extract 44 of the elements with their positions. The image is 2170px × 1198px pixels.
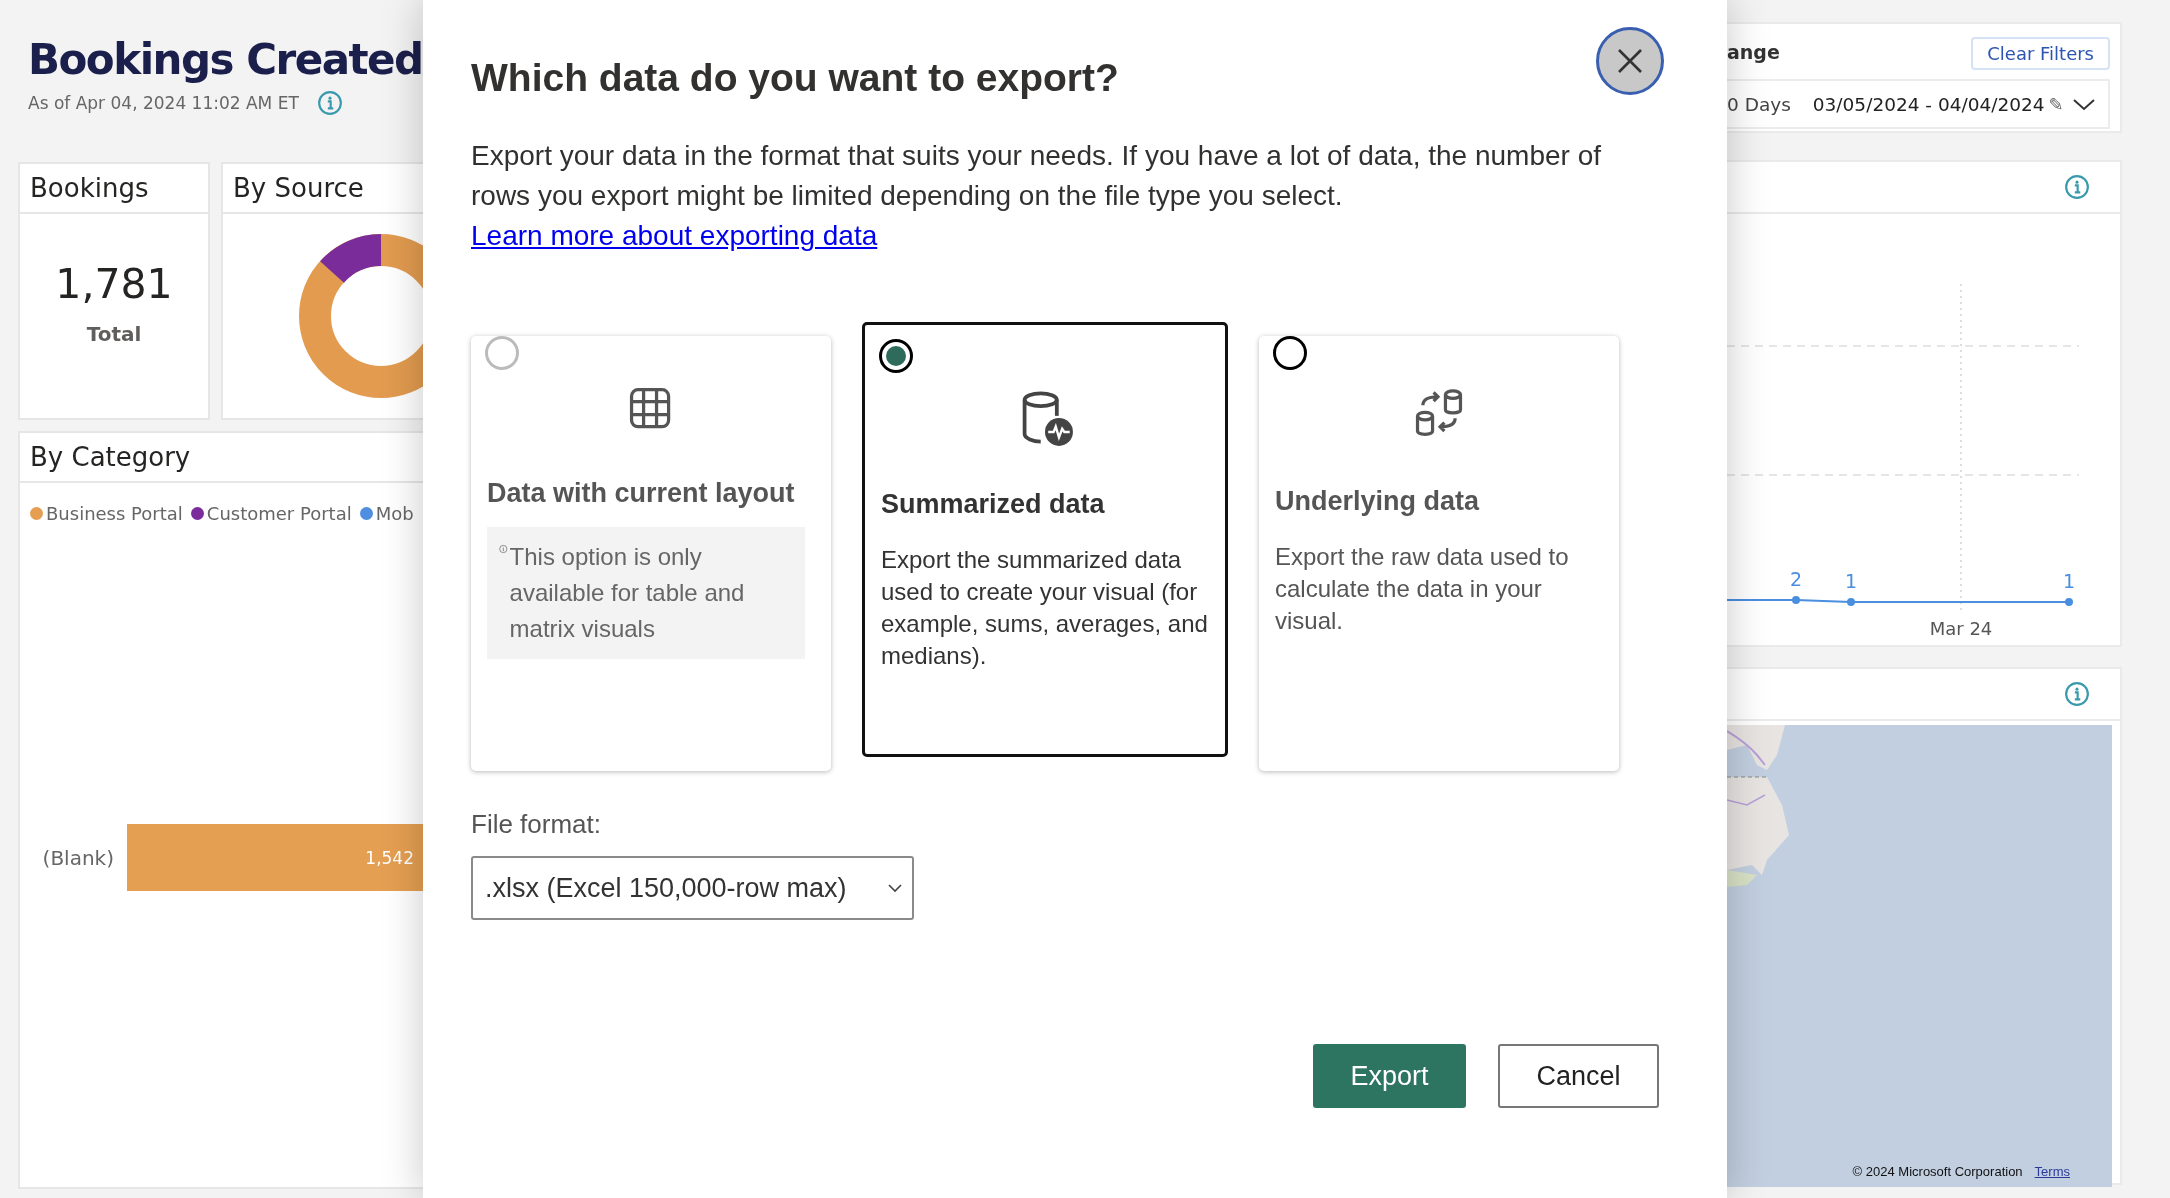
- option-note: This option is only available for table and matrix visuals: [509, 542, 746, 644]
- chevron-down-icon: [2072, 96, 2096, 112]
- radio-button[interactable]: [1273, 336, 1307, 370]
- dashboard-title: Bookings Created: [28, 38, 423, 83]
- timestamp: As of Apr 04, 2024 11:02 AM ET: [28, 93, 299, 114]
- data-label: 2: [1789, 568, 1803, 590]
- date-range-field[interactable]: 0 Days 03/05/2024 - 04/04/2024 ✎: [1727, 79, 2110, 129]
- file-format-dropdown[interactable]: .xlsx (Excel 150,000-row max): [471, 856, 914, 920]
- card-title: By Source: [233, 173, 364, 204]
- clear-filters-button[interactable]: Clear Filters: [1971, 37, 2110, 70]
- file-format-label: File format:: [471, 809, 603, 840]
- data-label: 1: [1844, 570, 1858, 592]
- legend-label: Mob: [375, 503, 414, 525]
- data-label: 1: [2062, 570, 2076, 592]
- chevron-down-icon: [888, 883, 902, 893]
- info-icon: [316, 90, 343, 117]
- learn-more-link[interactable]: Learn more about exporting data: [471, 220, 878, 251]
- terms-link[interactable]: Terms: [2034, 1164, 2070, 1179]
- dialog-title: Which data do you want to export?: [471, 56, 1119, 100]
- legend-label: Customer Portal: [206, 503, 352, 525]
- kpi-value: 1,781: [55, 260, 173, 309]
- data-label: 1,542: [365, 847, 414, 868]
- cancel-button[interactable]: Cancel: [1498, 1044, 1659, 1108]
- option-card[interactable]: Underlying data Export the raw data used to calculate the data in your visual.: [1259, 336, 1619, 771]
- axis-label: Mar 24: [1929, 618, 1993, 639]
- legend-label: Business Portal: [46, 503, 183, 525]
- option-title: Summarized data: [880, 489, 1106, 520]
- card-title: Bookings: [30, 173, 149, 204]
- close-icon: [1616, 47, 1644, 75]
- option-card[interactable]: Summarized data Export the summarized data used to create your visual (for example, sums, averages, and medians).: [862, 322, 1228, 757]
- option-title: Data with current layout: [486, 478, 796, 509]
- radio-button[interactable]: [879, 339, 913, 373]
- info-icon: [2064, 174, 2090, 200]
- card-title: By Category: [30, 442, 191, 473]
- option-description: Export the summarized data used to create your visual (for example, sums, averages, and medians).: [880, 545, 1209, 671]
- category-label: (Blank): [41, 845, 114, 870]
- info-icon: [2064, 681, 2090, 707]
- kpi-caption: Total: [86, 322, 142, 347]
- copyright-text: © 2024 Microsoft Corporation: [1852, 1164, 2023, 1179]
- option-title: Underlying data: [1274, 486, 1481, 517]
- option-description: Export the raw data used to calculate the data in your visual.: [1274, 542, 1570, 636]
- filter-label: ange: [1727, 40, 1780, 63]
- dialog-description: Export your data in the format that suits your needs. If you have a lot of data, the number of rows you export might be limited depending on the file type you select. Learn more about exporting data: [471, 139, 1602, 253]
- export-button[interactable]: Export: [1313, 1044, 1466, 1108]
